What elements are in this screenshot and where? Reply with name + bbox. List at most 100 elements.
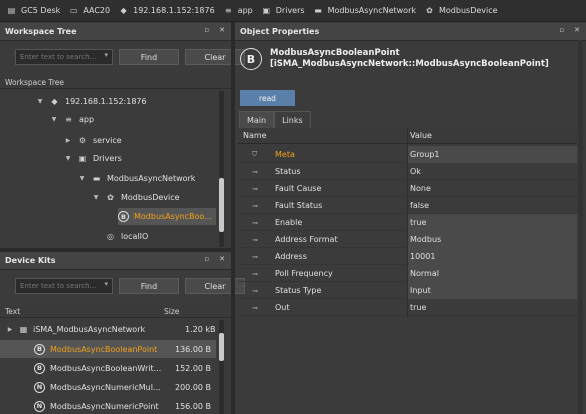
breadcrumb-item-app[interactable]: ≡ app	[223, 5, 253, 16]
kits-column-header: Text Size	[0, 305, 231, 318]
slot-icon: ⊸	[252, 184, 258, 193]
kits-clear-button[interactable]: Clear	[185, 278, 245, 294]
slot-icon: ⊸	[252, 286, 258, 295]
kits-find-button[interactable]: Find	[119, 278, 179, 294]
column-size[interactable]: Size	[164, 307, 179, 316]
expand-arrow-icon[interactable]: ▼	[36, 98, 44, 105]
kit-row-network[interactable]: ▶ ▦ iSMA_ModbusAsyncNetwork 1.20 kB	[0, 320, 216, 338]
device-icon: ✿	[107, 193, 114, 202]
tree-node-boolean-point[interactable]: B ModbusAsyncBoo...	[118, 208, 216, 225]
slot-icon: ⊸	[252, 303, 258, 312]
property-row-fault-cause[interactable]: ⊸ Fault Cause None	[238, 180, 577, 197]
workspace-tree-subheader: Workspace Tree	[0, 76, 231, 89]
expand-arrow-icon[interactable]: ▼	[78, 175, 86, 182]
property-row-status-type[interactable]: ⊸ Status Type Input	[238, 282, 577, 299]
workspace-search-input[interactable]: Enter text to search... ▾	[15, 49, 113, 65]
workspace-tree-header: Workspace Tree ▫ ✕	[0, 23, 231, 41]
breadcrumb-item-device[interactable]: ✿ ModbusDevice	[424, 5, 497, 16]
close-icon[interactable]: ✕	[219, 26, 225, 34]
tree-node-server[interactable]: ▼ ◆ 192.168.1.152:1876	[36, 93, 147, 110]
property-row-address-format[interactable]: ⊸ Address Format Modbus	[238, 231, 577, 248]
object-scrollbar[interactable]	[578, 40, 583, 414]
app-icon: ≡	[65, 115, 72, 124]
station-icon: ▤	[7, 6, 16, 15]
slot-icon: ⊸	[252, 235, 258, 244]
boolean-point-icon: B	[34, 362, 45, 374]
network-icon: ▬	[314, 6, 322, 15]
chevron-down-icon[interactable]: ▾	[104, 51, 108, 59]
chevron-down-icon[interactable]: ▾	[104, 280, 108, 288]
expand-arrow-icon[interactable]: ▼	[92, 194, 100, 201]
property-row-enable[interactable]: ⊸ Enable true	[238, 214, 577, 231]
property-row-meta[interactable]: ⛉ Meta Group1	[238, 146, 577, 163]
object-tabs: Main Links	[239, 111, 311, 128]
gear-icon: ⚙	[78, 136, 87, 145]
breadcrumb-item-server[interactable]: ◆ 192.168.1.152:1876	[118, 5, 215, 16]
restore-icon[interactable]: ▫	[559, 26, 564, 34]
object-name: ModbusAsyncBooleanPoint	[270, 48, 400, 58]
tree-node-device[interactable]: ▼ ✿ ModbusDevice	[92, 189, 180, 206]
slot-icon: ⊸	[252, 201, 258, 210]
boolean-point-icon: B	[118, 211, 129, 222]
kit-row-boolean-point[interactable]: B ModbusAsyncBooleanPoint 136.00 B	[0, 340, 216, 358]
tree-node-app[interactable]: ▼ ≡ app	[50, 111, 94, 128]
server-icon: ◆	[120, 6, 127, 15]
column-value[interactable]: Value	[410, 131, 432, 140]
network-icon: ▬	[92, 174, 101, 183]
collapse-arrow-icon[interactable]: ▶	[64, 137, 72, 144]
kits-scrollbar-thumb[interactable]	[219, 333, 224, 361]
collapse-arrow-icon[interactable]: ▶	[6, 326, 14, 333]
tab-links[interactable]: Links	[274, 111, 311, 128]
breadcrumb-item-drivers[interactable]: ▣ Drivers	[261, 5, 304, 16]
breadcrumb: ▤ GC5 Desk ▭ AAC20 ◆ 192.168.1.152:1876 ≡ ap…	[0, 0, 586, 22]
boolean-point-icon: B	[240, 48, 262, 70]
property-row-out[interactable]: ⊸ Out true	[238, 299, 577, 316]
object-type: [iSMA_ModbusAsyncNetwork::ModbusAsyncBoo…	[270, 59, 549, 69]
numeric-point-icon: N	[34, 381, 45, 393]
close-icon[interactable]: ✕	[574, 26, 580, 34]
restore-icon[interactable]: ▫	[204, 255, 209, 263]
kit-row-boolean-writable[interactable]: B ModbusAsyncBooleanWrit... 152.00 B	[0, 359, 216, 377]
slot-icon: ⊸	[252, 167, 258, 176]
read-button[interactable]: read	[240, 90, 295, 106]
workspace-search-row: Enter text to search... ▾ Find Clear	[15, 49, 245, 69]
tree-node-service[interactable]: ▶ ⚙ service	[64, 132, 122, 149]
kit-row-numeric-point[interactable]: N ModbusAsyncNumericPoint 156.00 B	[0, 397, 216, 414]
slot-icon: ⊸	[252, 269, 258, 278]
column-text[interactable]: Text	[5, 307, 20, 316]
property-row-address[interactable]: ⊸ Address 10001	[238, 248, 577, 265]
server-icon: ◆	[51, 97, 58, 106]
expand-arrow-icon[interactable]: ▼	[50, 116, 58, 123]
object-properties-header: Object Properties ▫ ✕	[235, 23, 586, 41]
vertical-divider[interactable]	[231, 22, 235, 414]
restore-icon[interactable]: ▫	[204, 26, 209, 34]
workspace-find-button[interactable]: Find	[119, 49, 179, 65]
property-row-poll-frequency[interactable]: ⊸ Poll Frequency Normal	[238, 265, 577, 282]
kits-search-row: Enter text to search... ▾ Find Clear	[15, 278, 245, 298]
kits-search-input[interactable]: Enter text to search... ▾	[15, 278, 113, 294]
tree-node-localio[interactable]: ◎ localIO	[92, 228, 148, 245]
app-icon: ≡	[224, 6, 232, 15]
kit-row-numeric-multi[interactable]: N ModbusAsyncNumericMul... 200.00 B	[0, 378, 216, 396]
expand-arrow-icon[interactable]: ▼	[64, 155, 72, 162]
object-header: B ModbusAsyncBooleanPoint [iSMA_ModbusAs…	[236, 40, 586, 78]
close-icon[interactable]: ✕	[219, 255, 225, 263]
property-row-fault-status[interactable]: ⊸ Fault Status false	[238, 197, 577, 214]
tree-node-drivers[interactable]: ▼ ▣ Drivers	[64, 150, 122, 167]
column-name[interactable]: Name	[243, 131, 267, 140]
localio-icon: ◎	[107, 232, 114, 241]
drivers-icon: ▣	[78, 154, 87, 163]
slot-icon: ⊸	[252, 218, 258, 227]
numeric-point-icon: N	[34, 400, 45, 412]
property-row-status[interactable]: ⊸ Status Ok	[238, 163, 577, 180]
breadcrumb-item-folder[interactable]: ▭ AAC20	[68, 5, 110, 16]
breadcrumb-item-station[interactable]: ▤ GC5 Desk	[6, 5, 61, 16]
drivers-icon: ▣	[262, 6, 271, 15]
workspace-scrollbar-thumb[interactable]	[219, 178, 224, 232]
tree-node-network[interactable]: ▼ ▬ ModbusAsyncNetwork	[78, 170, 196, 187]
breadcrumb-item-network[interactable]: ▬ ModbusAsyncNetwork	[313, 5, 416, 16]
device-icon: ✿	[426, 6, 433, 15]
tab-main[interactable]: Main	[239, 111, 275, 128]
device-kits-header: Device Kits ▫ ✕	[0, 252, 231, 270]
folder-icon: ▭	[70, 6, 78, 15]
